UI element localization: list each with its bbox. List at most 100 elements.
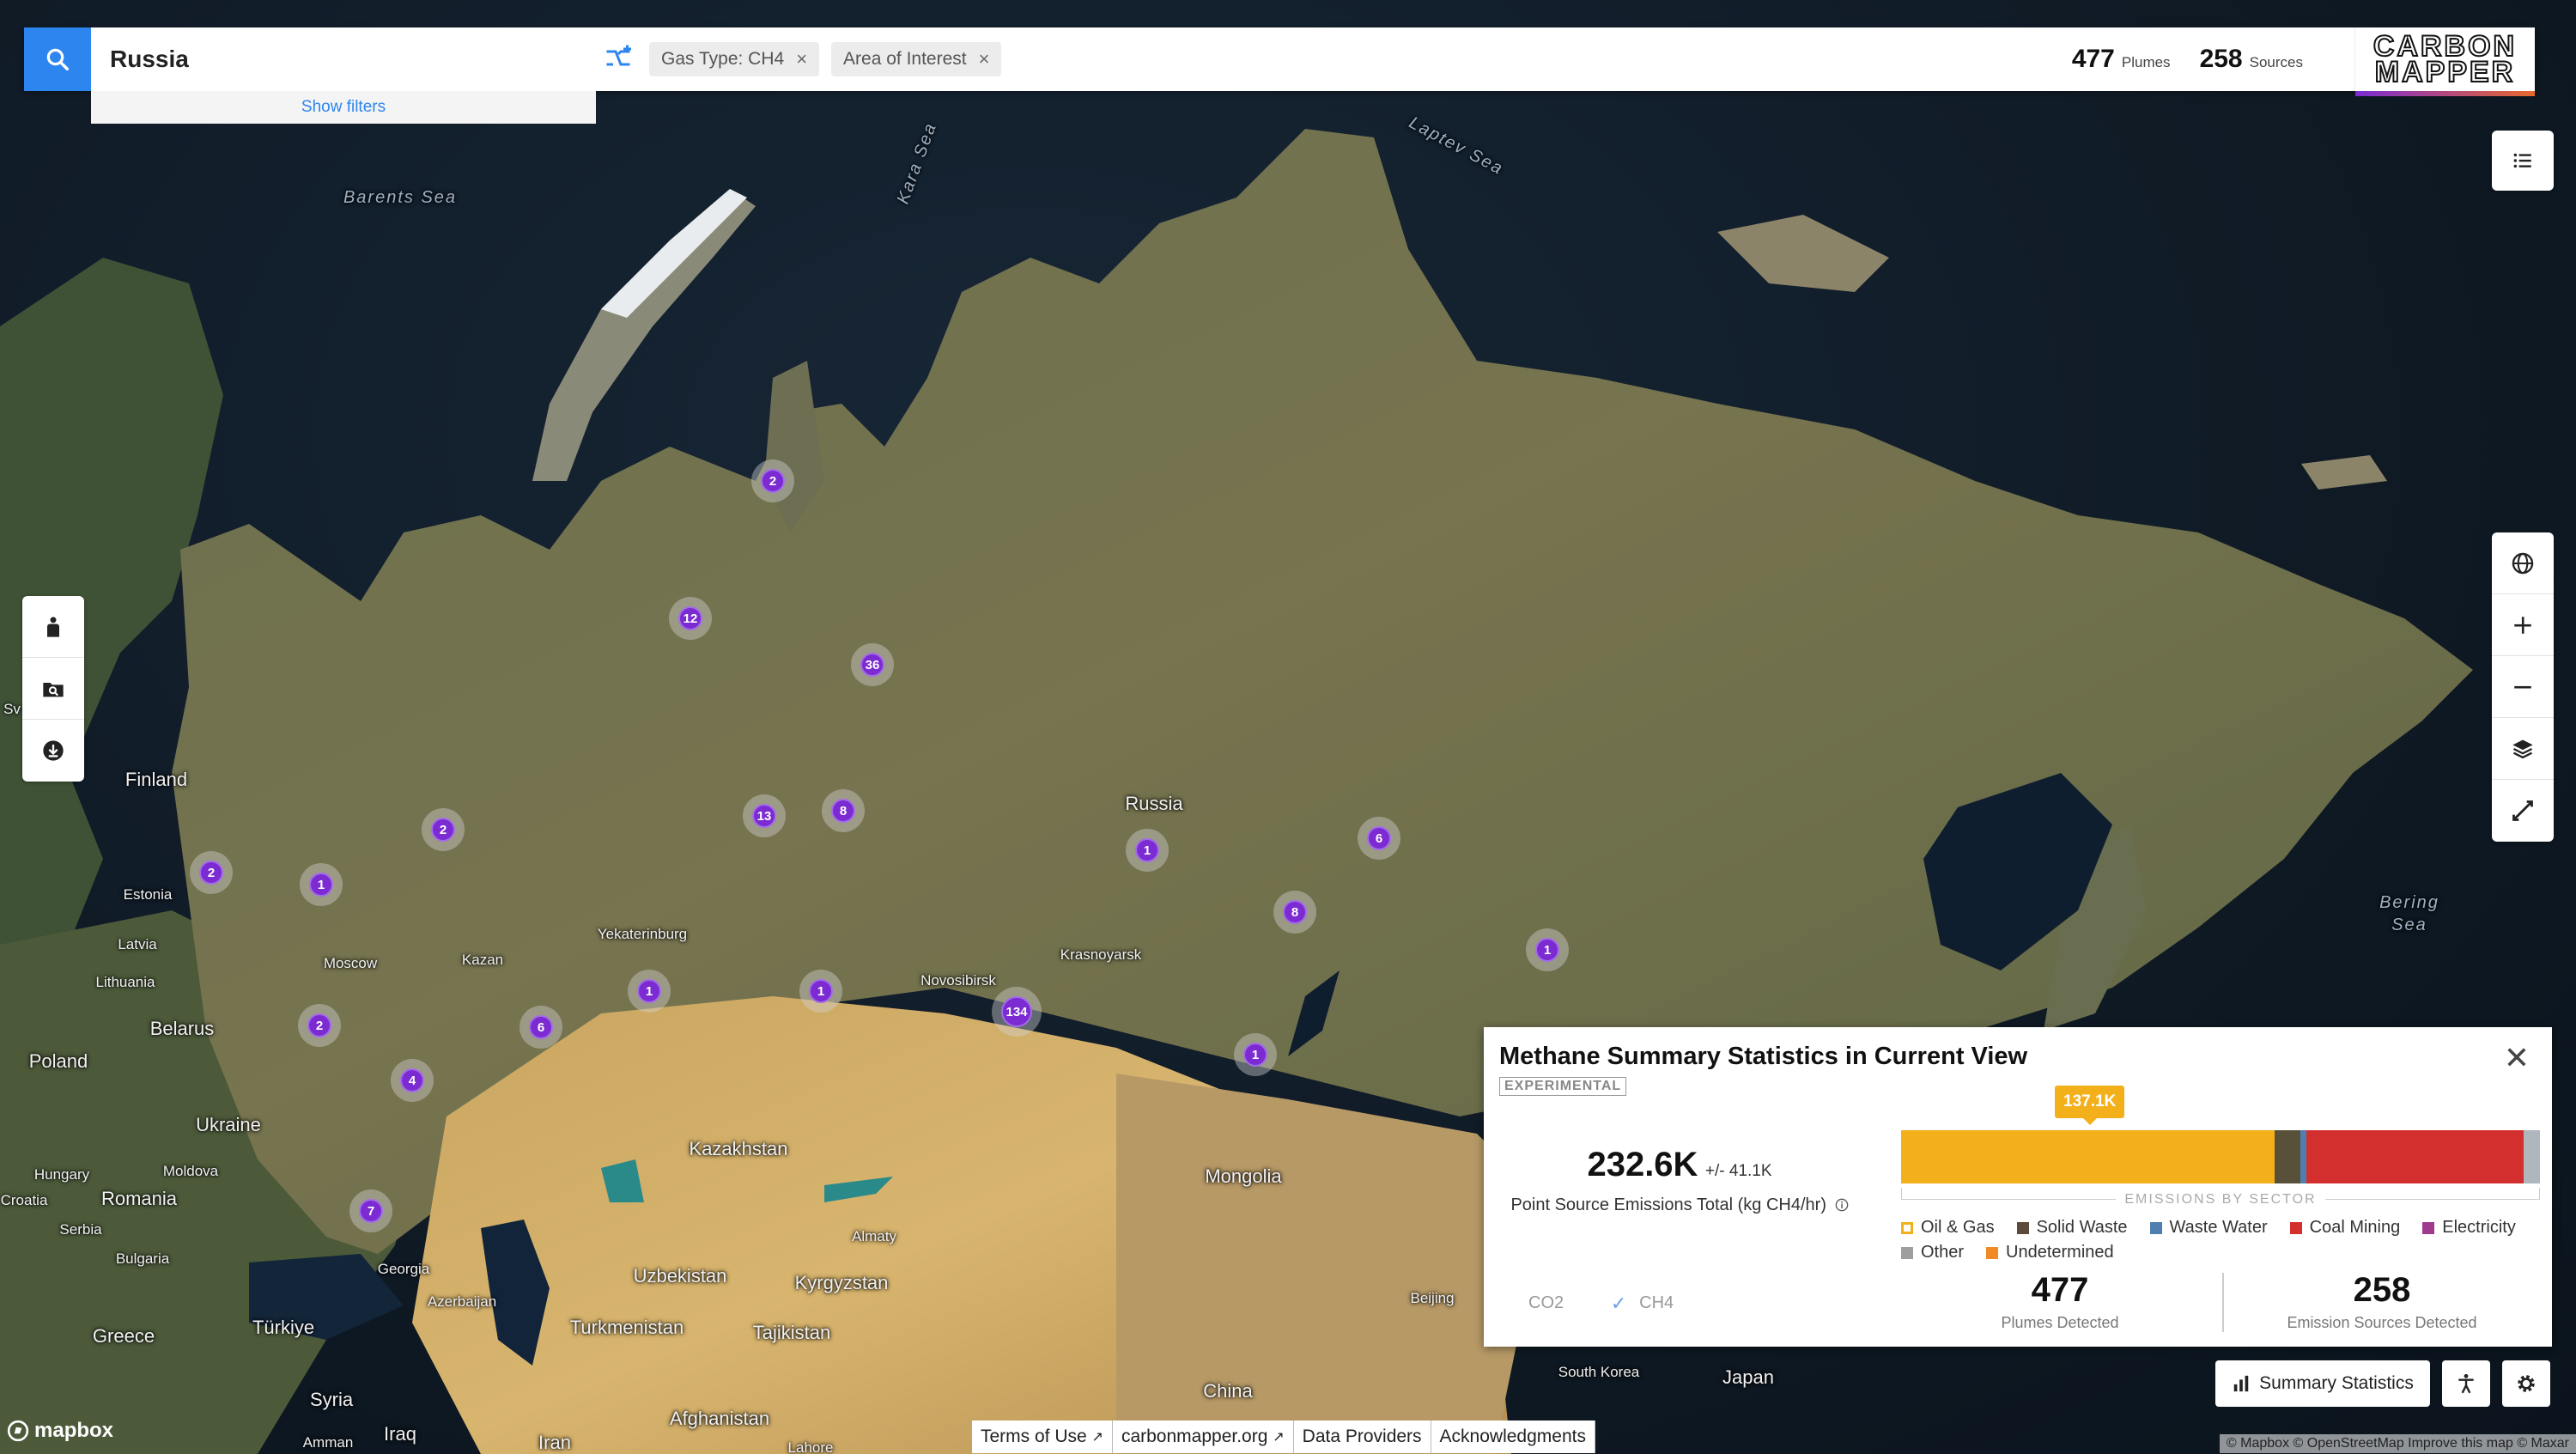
plume-cluster[interactable]: 4 (391, 1059, 434, 1102)
gas-ch4-checkbox[interactable]: ✓ CH4 (1610, 1292, 1674, 1314)
gas-co2-checkbox[interactable]: CO2 (1499, 1293, 1564, 1313)
plume-cluster[interactable]: 134 (992, 987, 1042, 1037)
sector-segment[interactable] (1901, 1130, 2275, 1183)
plume-cluster[interactable]: 12 (669, 597, 712, 640)
terms-of-use-link[interactable]: Terms of Use ↗ (972, 1421, 1113, 1453)
advanced-filter-icon[interactable] (599, 40, 637, 78)
plume-cluster[interactable]: 6 (1358, 817, 1400, 860)
search-data-button[interactable] (22, 658, 84, 720)
amman-label: Amman (302, 1434, 354, 1451)
list-view-button[interactable] (2492, 131, 2554, 191)
download-button[interactable] (22, 720, 84, 782)
legend-swatch (1901, 1246, 1913, 1259)
almaty-label: Almaty (852, 1228, 896, 1244)
sector-segment[interactable] (2300, 1130, 2307, 1183)
sources-count-label: Sources (2249, 54, 2303, 70)
legend-item: Electricity (2422, 1218, 2516, 1238)
person-icon (47, 616, 59, 637)
tajikistan-label: Tajikistan (752, 1322, 831, 1343)
legend-item: Undetermined (1986, 1243, 2114, 1262)
poland-label: Poland (28, 1050, 88, 1072)
plume-cluster[interactable]: 36 (851, 643, 894, 686)
plume-cluster[interactable]: 1 (300, 863, 343, 906)
sector-segment[interactable] (2275, 1130, 2300, 1183)
plume-cluster[interactable]: 1 (799, 970, 842, 1013)
show-filters-link[interactable]: Show filters (91, 91, 596, 124)
close-icon[interactable]: ✕ (2504, 1043, 2530, 1074)
sources-detected-label: Emission Sources Detected (2287, 1314, 2477, 1331)
cluster-count: 1 (809, 979, 833, 1003)
zoom-out-button[interactable] (2492, 656, 2554, 718)
barents-sea-label: Barents Sea (343, 188, 458, 207)
cluster-count: 1 (309, 873, 333, 897)
plume-cluster[interactable]: 8 (822, 789, 865, 832)
summary-statistics-button[interactable]: Summary Statistics (2215, 1360, 2430, 1407)
cluster-count: 2 (761, 469, 785, 493)
filter-chip-gas-type[interactable]: Gas Type: CH4 × (649, 42, 820, 76)
japan-label: Japan (1722, 1366, 1774, 1388)
folder-search-icon (43, 682, 64, 697)
info-icon[interactable] (1835, 1198, 1849, 1212)
zoom-in-button[interactable] (2492, 594, 2554, 656)
cluster-count: 134 (1001, 996, 1032, 1027)
sector-segment[interactable] (2306, 1130, 2524, 1183)
search-button[interactable] (24, 27, 91, 91)
carbonmapper-link[interactable]: carbonmapper.org ↗ (1112, 1421, 1294, 1453)
sector-segment[interactable] (2524, 1130, 2540, 1183)
globe-icon (2512, 552, 2534, 574)
plume-cluster[interactable]: 1 (1234, 1033, 1277, 1076)
map-attribution[interactable]: © Mapbox © OpenStreetMap Improve this ma… (2219, 1434, 2576, 1453)
gas-toggle: CO2 ✓ CH4 (1499, 1292, 1720, 1314)
plumes-detected-label: Plumes Detected (2001, 1314, 2119, 1331)
plume-cluster[interactable]: 2 (422, 808, 465, 851)
minus-icon (2514, 685, 2531, 689)
layers-button[interactable] (2492, 718, 2554, 780)
search-input[interactable] (110, 46, 591, 73)
explore-sources-button[interactable] (22, 596, 84, 658)
sources-detected: 258 Emission Sources Detected (2222, 1273, 2540, 1332)
top-search-bar: Gas Type: CH4 × Area of Interest × 477 P… (24, 27, 2535, 96)
external-link-icon: ↗ (1273, 1430, 1285, 1445)
kazakhstan-label: Kazakhstan (689, 1138, 788, 1159)
acknowledgments-link[interactable]: Acknowledgments (1431, 1421, 1595, 1453)
filter-chip-area-of-interest[interactable]: Area of Interest × (831, 42, 1002, 76)
plume-cluster[interactable]: 7 (349, 1189, 392, 1232)
china-label: China (1203, 1380, 1253, 1402)
summary-statistics-label: Summary Statistics (2259, 1373, 2414, 1393)
estonia-label: Estonia (123, 886, 173, 903)
sector-legend: Oil & Gas Solid Waste Waste Water Coal Mini… (1901, 1218, 2540, 1268)
left-tools (22, 596, 84, 782)
turkiye-label: Türkiye (252, 1317, 315, 1338)
search-icon (46, 48, 69, 70)
plume-cluster[interactable]: 2 (298, 1004, 341, 1047)
plume-cluster[interactable]: 1 (1126, 829, 1169, 872)
legend-swatch (2422, 1221, 2435, 1234)
plume-cluster[interactable]: 6 (519, 1006, 562, 1049)
legend-swatch (2289, 1221, 2302, 1234)
accessibility-button[interactable] (2442, 1360, 2490, 1407)
chip-remove-icon[interactable]: × (979, 48, 990, 70)
plume-cluster[interactable]: 1 (1526, 928, 1569, 971)
plume-cluster[interactable]: 2 (190, 851, 233, 894)
russia-label: Russia (1125, 793, 1183, 814)
globe-view-button[interactable] (2492, 532, 2554, 594)
lahore-label: Lahore (787, 1439, 834, 1454)
carbon-mapper-logo[interactable]: CARBON MAPPER (2354, 27, 2535, 96)
sources-count: 258 (2199, 45, 2243, 73)
settings-button[interactable] (2502, 1360, 2550, 1407)
plume-cluster[interactable]: 13 (743, 794, 786, 837)
sector-tooltip: 137.1K (2055, 1086, 2125, 1125)
unchecked-icon (1499, 1295, 1516, 1312)
measure-button[interactable] (2492, 780, 2554, 842)
data-providers-link[interactable]: Data Providers (1293, 1421, 1431, 1453)
mapbox-logo[interactable]: mapbox (7, 1419, 113, 1443)
check-icon: ✓ (1610, 1292, 1627, 1314)
plume-cluster[interactable]: 8 (1273, 891, 1316, 934)
chip-remove-icon[interactable]: × (796, 48, 807, 70)
sector-stacked-bar[interactable] (1901, 1130, 2540, 1183)
legend-item: Other (1901, 1243, 1964, 1262)
cluster-count: 1 (1135, 838, 1159, 862)
plume-cluster[interactable]: 2 (751, 459, 794, 502)
mapbox-icon (7, 1420, 29, 1442)
plume-cluster[interactable]: 1 (628, 970, 671, 1013)
